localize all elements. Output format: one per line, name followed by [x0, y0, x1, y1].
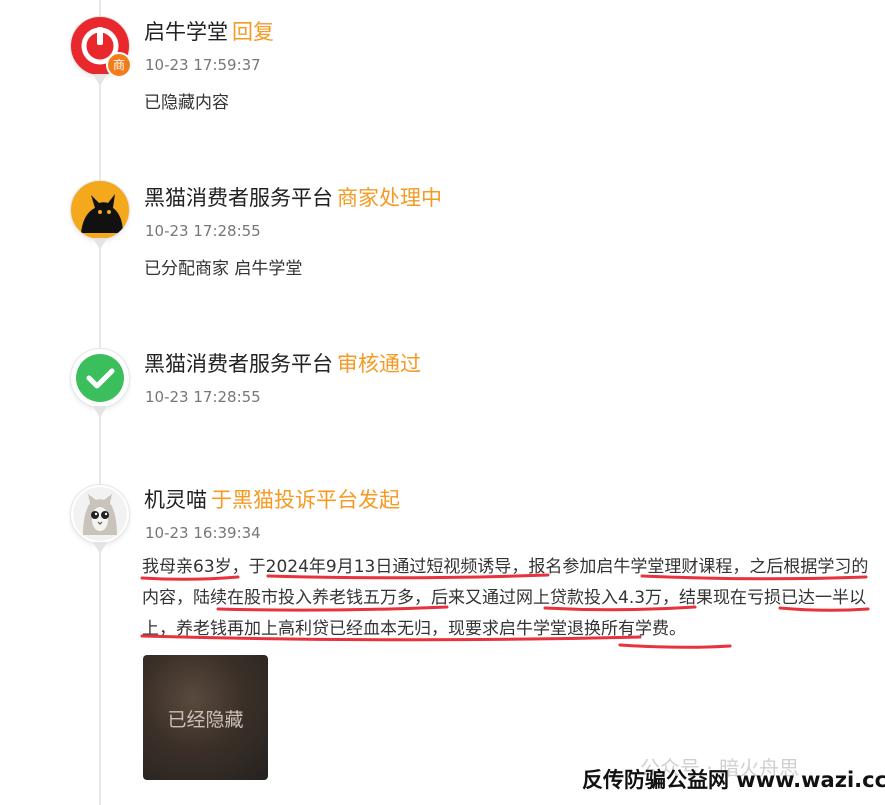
complaint-timeline: 商 启牛学堂 回复 10-23 17:59:37 已隐藏内容 黑猫消费者服务平台商… [0, 0, 885, 805]
entry-content: 已隐藏内容 [144, 93, 229, 113]
entry-header: 黑猫消费者服务平台 审核通过 [144, 350, 421, 378]
avatar-pointer [93, 74, 107, 86]
red-underline-annotations [140, 573, 870, 649]
entry-header: 启牛学堂 回复 [144, 18, 274, 46]
watermark-site: 反传防骗公益网 www.wazi.cc [582, 768, 885, 792]
entry-content: 已分配商家 启牛学堂 [144, 259, 303, 279]
avatar-user[interactable] [70, 484, 130, 554]
merchant-badge: 商 [106, 52, 132, 78]
entry-header: 黑猫消费者服务平台 商家处理中 [144, 184, 442, 212]
action-label: 回复 [232, 20, 274, 44]
avatar-pointer [93, 406, 107, 418]
hidden-image-label: 已经隐藏 [167, 709, 244, 731]
avatar-approved [70, 348, 130, 418]
actor-name[interactable]: 黑猫消费者服务平台 [144, 186, 333, 210]
timestamp: 10-23 17:28:55 [145, 222, 261, 240]
underline-mark [618, 643, 732, 649]
action-label: 于黑猫投诉平台发起 [211, 488, 400, 512]
avatar-merchant[interactable]: 商 [70, 16, 132, 86]
entry-header: 机灵喵 于黑猫投诉平台发起 [144, 486, 400, 514]
action-label: 审核通过 [337, 352, 421, 376]
timestamp: 10-23 17:28:55 [145, 388, 261, 406]
hidden-image-attachment[interactable]: 已经隐藏 [143, 655, 268, 780]
actor-name[interactable]: 启牛学堂 [144, 20, 228, 44]
black-cat-icon [70, 180, 130, 240]
avatar-platform[interactable] [70, 180, 130, 250]
timestamp: 10-23 17:59:37 [145, 56, 261, 74]
checkmark-icon [70, 348, 130, 408]
action-label: 商家处理中 [337, 186, 442, 210]
actor-name[interactable]: 黑猫消费者服务平台 [144, 352, 333, 376]
avatar-pointer [93, 542, 107, 554]
complaint-text: 我母亲63岁，于2024年9月13日通过短视频诱导，报名参加启牛学堂理财课程，之… [142, 557, 869, 639]
timestamp: 10-23 16:39:34 [145, 524, 261, 542]
avatar-pointer [93, 238, 107, 250]
actor-name[interactable]: 机灵喵 [144, 488, 207, 512]
cat-avatar-icon [70, 484, 130, 544]
